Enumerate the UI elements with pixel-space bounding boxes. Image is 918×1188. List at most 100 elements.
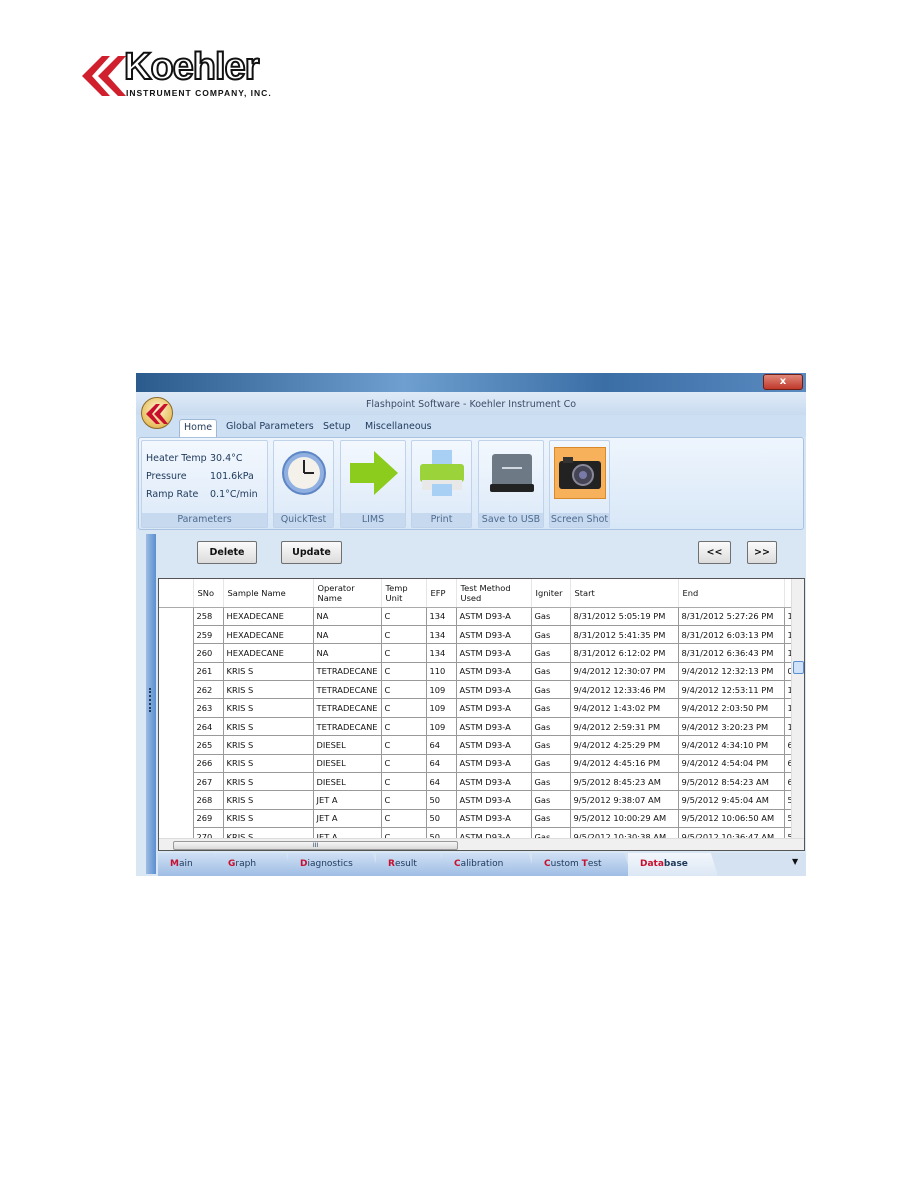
table-row[interactable]: 258 HEXADECANE NA C 134 ASTM D93-A Gas 8/31/201… [159, 606, 795, 626]
table-cell[interactable]: ASTM D93-A [455, 808, 532, 829]
table-cell[interactable]: 265 [192, 735, 224, 755]
table-cell[interactable]: TETRADECANE [312, 680, 382, 700]
table-cell[interactable]: JET A [312, 790, 382, 810]
table-cell[interactable]: 64 [425, 735, 457, 755]
column-header[interactable]: Temp Unit [381, 579, 427, 608]
table-cell[interactable]: NA [312, 643, 382, 663]
table-cell[interactable]: TETRADECANE [312, 698, 382, 718]
table-row[interactable]: 260 HEXADECANE NA C 134 ASTM D93-A Gas 8/31/201… [159, 643, 795, 663]
column-header[interactable]: Operator Name [313, 579, 382, 608]
row-header[interactable] [159, 625, 194, 644]
column-header[interactable] [159, 579, 194, 608]
table-cell[interactable]: 259 [192, 624, 224, 645]
table-cell[interactable]: Gas [530, 772, 571, 792]
table-cell[interactable]: 9/4/2012 12:32:13 PM [677, 661, 785, 682]
app-orb-button[interactable] [141, 397, 173, 429]
table-cell[interactable]: Gas [530, 661, 571, 682]
row-header[interactable] [159, 607, 194, 626]
table-cell[interactable]: ASTM D93-A [455, 735, 532, 755]
table-cell[interactable]: ASTM D93-A [455, 698, 532, 718]
table-cell[interactable]: NA [312, 606, 382, 626]
table-row[interactable]: 269 KRIS S JET A C 50 ASTM D93-A Gas 9/5/2012 1… [159, 808, 795, 829]
table-row[interactable]: 262 KRIS S TETRADECANE C 109 ASTM D93-A Gas 9/4… [159, 680, 795, 700]
horizontal-scroll-thumb[interactable]: III [173, 841, 458, 850]
table-cell[interactable]: C [380, 680, 427, 700]
table-cell[interactable]: 8/31/2012 5:41:35 PM [569, 624, 679, 645]
tab-setup[interactable]: Setup [319, 419, 355, 437]
splitter-grip[interactable] [149, 688, 152, 712]
table-cell[interactable]: 9/4/2012 4:34:10 PM [677, 735, 785, 755]
table-cell[interactable]: 9/4/2012 12:53:11 PM [677, 680, 785, 700]
table-cell[interactable]: ASTM D93-A [455, 661, 532, 682]
table-cell[interactable]: C [380, 606, 427, 626]
row-header[interactable] [159, 680, 194, 699]
table-cell[interactable]: 9/5/2012 8:45:23 AM [569, 772, 679, 792]
table-cell[interactable]: C [380, 790, 427, 810]
table-cell[interactable]: Gas [530, 680, 571, 700]
table-cell[interactable]: 258 [192, 606, 224, 626]
row-header[interactable] [159, 662, 194, 681]
table-cell[interactable]: NA [312, 624, 382, 645]
table-cell[interactable]: ASTM D93-A [455, 606, 532, 626]
row-header[interactable] [159, 809, 194, 828]
table-cell[interactable]: TETRADECANE [312, 661, 382, 682]
quicktest-button[interactable]: QuickTest [273, 440, 334, 528]
table-cell[interactable]: TETRADECANE [312, 716, 382, 737]
table-cell[interactable]: 9/4/2012 2:03:50 PM [677, 698, 785, 718]
table-cell[interactable]: 264 [192, 716, 224, 737]
table-cell[interactable]: 134 [425, 624, 457, 645]
table-cell[interactable]: 64 [425, 753, 457, 774]
table-cell[interactable]: C [380, 643, 427, 663]
column-header[interactable]: Start [570, 579, 679, 608]
table-cell[interactable]: 9/4/2012 12:30:07 PM [569, 661, 679, 682]
table-cell[interactable]: ASTM D93-A [455, 753, 532, 774]
close-button[interactable]: x [763, 374, 803, 390]
table-cell[interactable]: KRIS S [222, 735, 314, 755]
row-header[interactable] [159, 772, 194, 791]
table-cell[interactable]: 9/4/2012 4:54:04 PM [677, 753, 785, 774]
table-cell[interactable]: 260 [192, 643, 224, 663]
table-cell[interactable]: 266 [192, 753, 224, 774]
table-cell[interactable]: ASTM D93-A [455, 790, 532, 810]
row-header[interactable] [159, 754, 194, 773]
table-row[interactable]: 264 KRIS S TETRADECANE C 109 ASTM D93-A Gas 9/4… [159, 716, 795, 737]
table-cell[interactable]: KRIS S [222, 753, 314, 774]
table-cell[interactable]: HEXADECANE [222, 606, 314, 626]
table-cell[interactable]: ASTM D93-A [455, 624, 532, 645]
table-row[interactable]: 265 KRIS S DIESEL C 64 ASTM D93-A Gas 9/4/2012 … [159, 735, 795, 755]
table-row[interactable]: 266 KRIS S DIESEL C 64 ASTM D93-A Gas 9/4/2012 … [159, 753, 795, 774]
table-cell[interactable]: ASTM D93-A [455, 716, 532, 737]
table-cell[interactable]: C [380, 716, 427, 737]
table-cell[interactable]: Gas [530, 808, 571, 829]
table-cell[interactable]: KRIS S [222, 790, 314, 810]
table-cell[interactable]: KRIS S [222, 808, 314, 829]
table-cell[interactable]: 50 [425, 808, 457, 829]
table-cell[interactable]: C [380, 661, 427, 682]
table-cell[interactable]: C [380, 698, 427, 718]
table-cell[interactable]: 268 [192, 790, 224, 810]
row-header[interactable] [159, 717, 194, 736]
column-header[interactable]: Sample Name [223, 579, 314, 608]
table-cell[interactable]: 8/31/2012 6:03:13 PM [677, 624, 785, 645]
delete-button[interactable]: Delete [197, 541, 257, 564]
table-cell[interactable]: 262 [192, 680, 224, 700]
table-row[interactable]: 263 KRIS S TETRADECANE C 109 ASTM D93-A Gas 9/4… [159, 698, 795, 718]
table-cell[interactable]: 9/4/2012 4:45:16 PM [569, 753, 679, 774]
column-header[interactable]: Test Method Used [456, 579, 532, 608]
table-cell[interactable]: Gas [530, 735, 571, 755]
print-button[interactable]: Print [411, 440, 472, 528]
table-cell[interactable]: 9/5/2012 10:00:29 AM [569, 808, 679, 829]
screen-shot-button[interactable]: Screen Shot [549, 440, 610, 528]
row-header[interactable] [159, 735, 194, 755]
table-cell[interactable]: 9/5/2012 9:45:04 AM [677, 790, 785, 810]
table-row[interactable]: 259 HEXADECANE NA C 134 ASTM D93-A Gas 8/31/201… [159, 624, 795, 645]
table-cell[interactable]: KRIS S [222, 661, 314, 682]
table-cell[interactable]: 109 [425, 716, 457, 737]
save-to-usb-button[interactable]: Save to USB [478, 440, 544, 528]
table-cell[interactable]: 263 [192, 698, 224, 718]
row-header[interactable] [159, 643, 194, 663]
table-cell[interactable]: KRIS S [222, 698, 314, 718]
next-page-button[interactable]: >> [747, 541, 777, 564]
column-header[interactable]: End [678, 579, 785, 608]
table-cell[interactable]: 110 [425, 661, 457, 682]
